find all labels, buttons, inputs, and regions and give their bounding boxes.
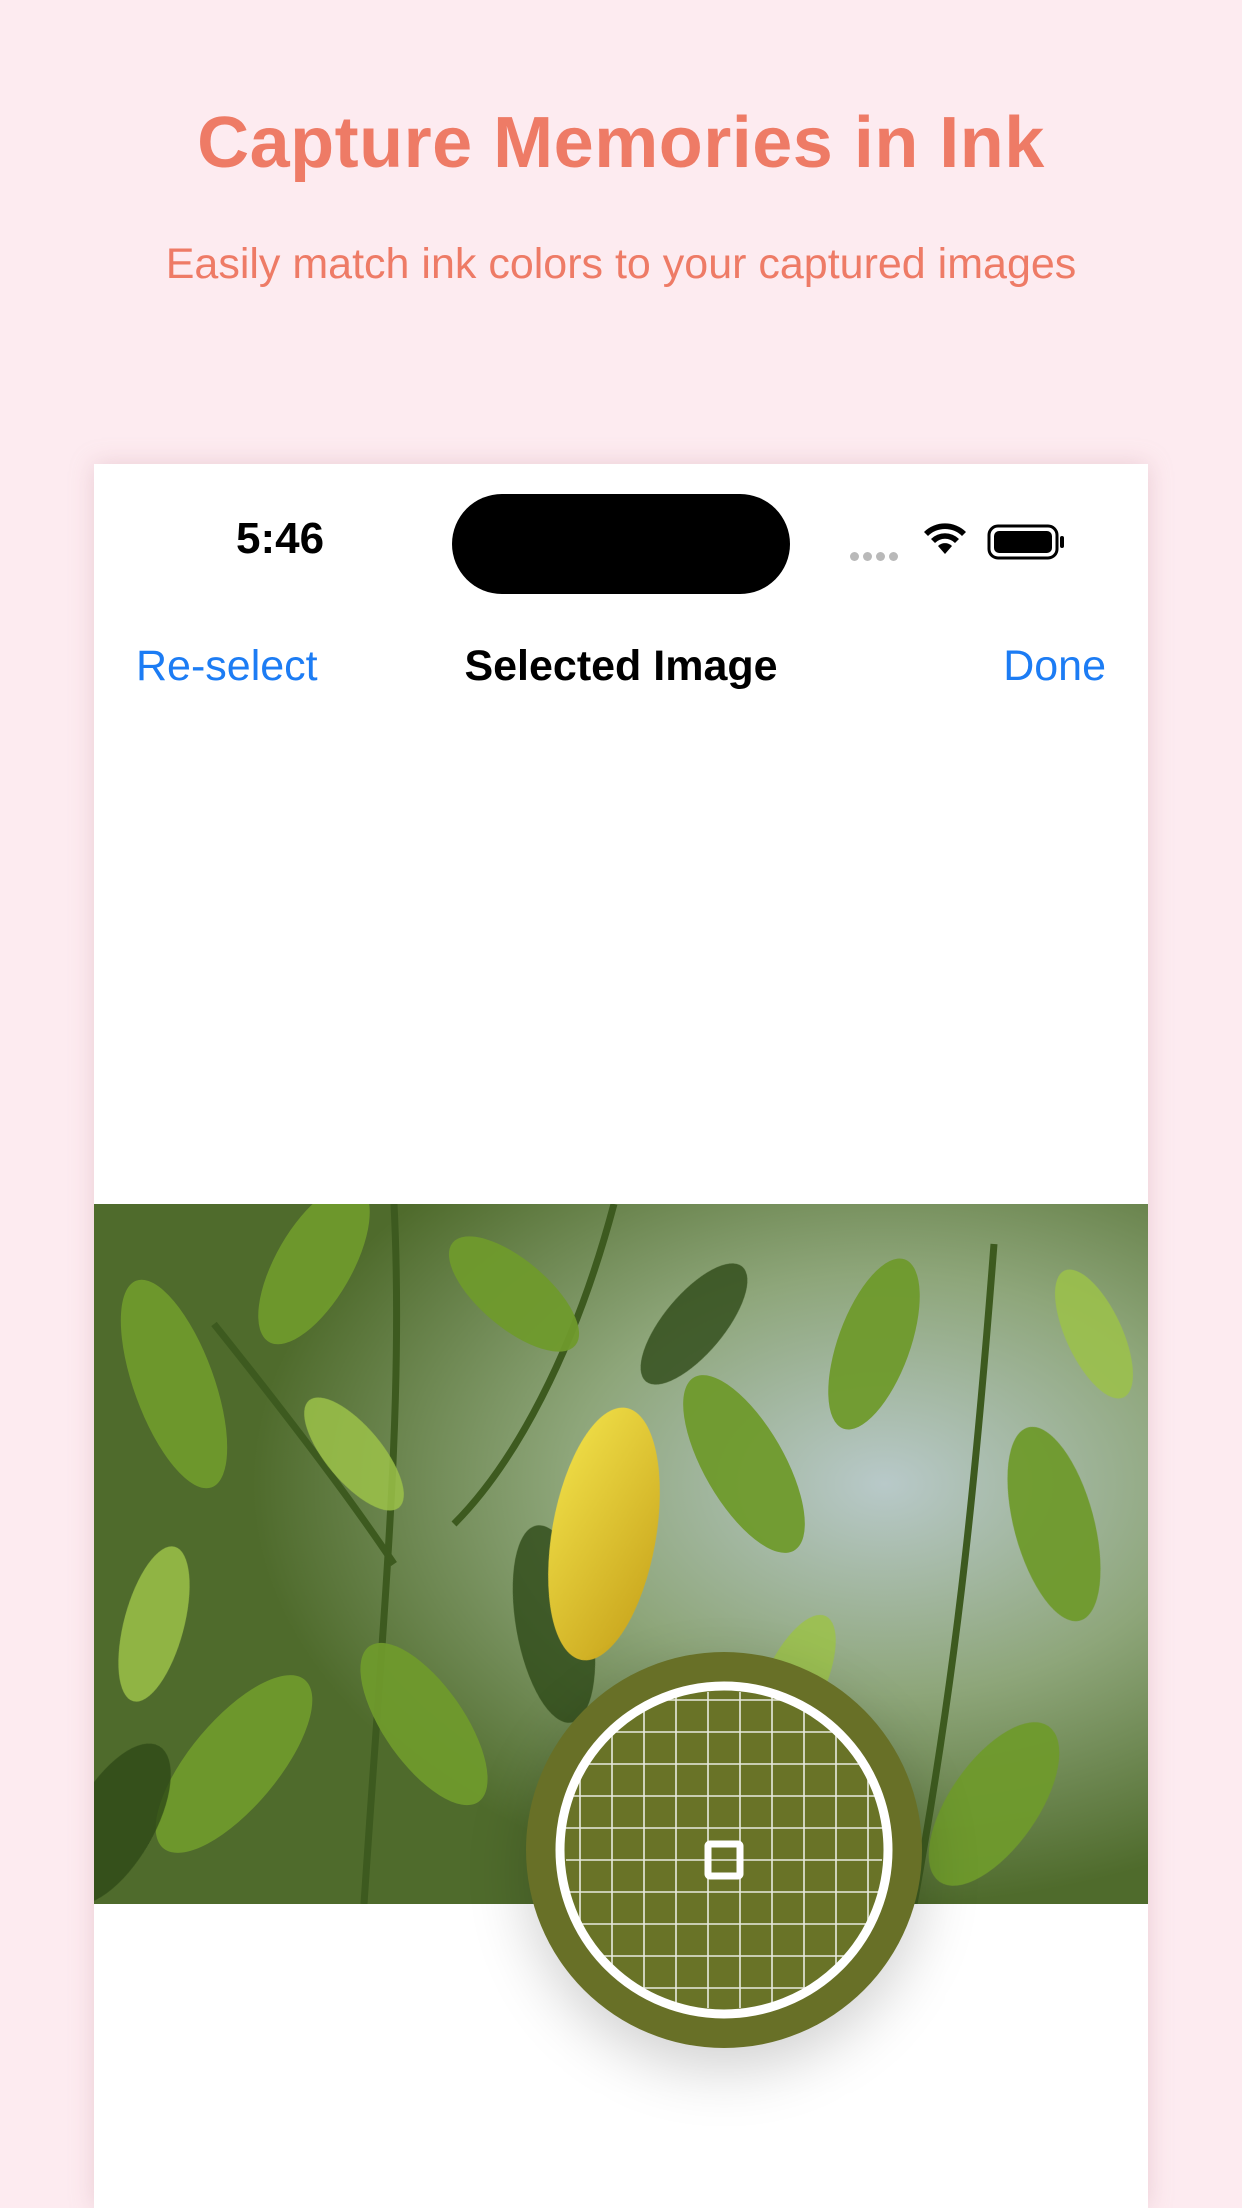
color-picker-loupe-icon[interactable] [526,1652,922,2048]
dynamic-island [452,494,790,594]
promo-headline: Capture Memories in Ink [197,103,1045,183]
signal-dots-icon [850,548,902,566]
battery-icon [987,524,1064,560]
promo-subtitle: Easily match ink colors to your captured… [165,240,1077,288]
done-button[interactable]: Done [1003,642,1106,691]
loupe-grid [555,1681,893,2019]
reselect-button[interactable]: Re-select [136,642,318,691]
phone-screen: 5:46 Re-select Selected Image Done [94,464,1148,2208]
status-time: 5:46 [236,514,325,563]
wifi-icon [924,523,966,554]
